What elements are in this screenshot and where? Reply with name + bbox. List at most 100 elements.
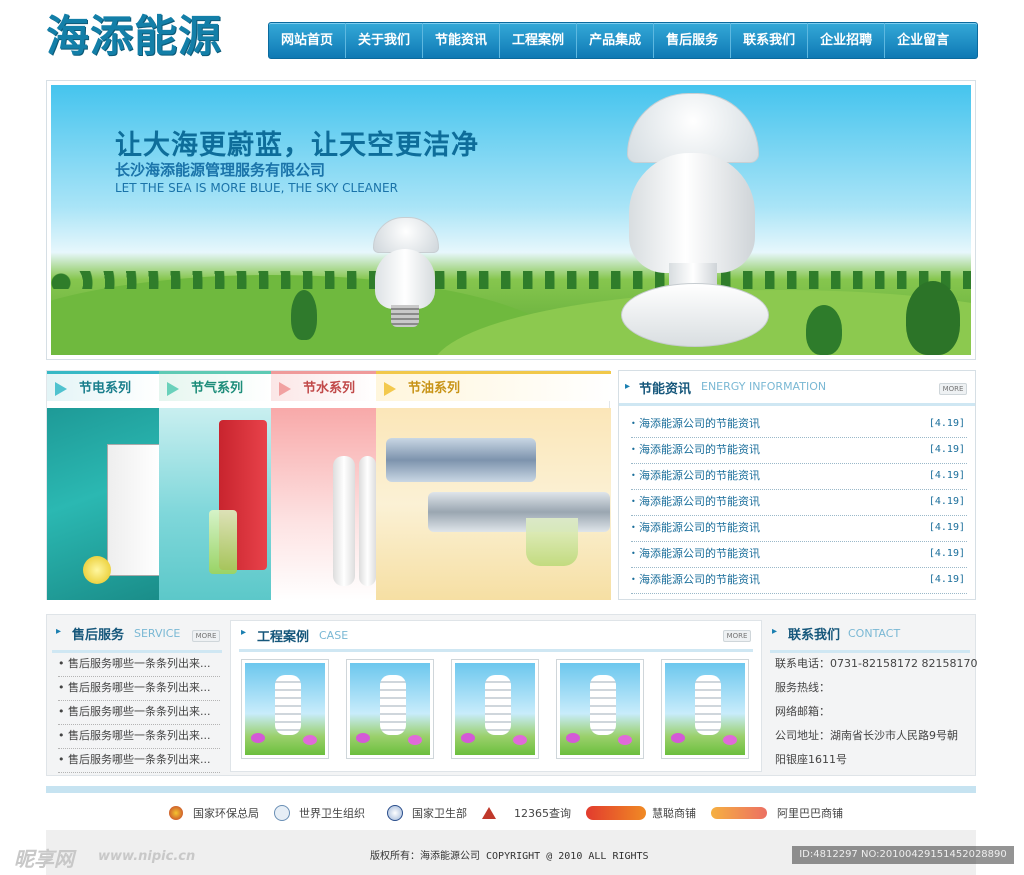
banner-slogan: 让大海更蔚蓝，让天空更洁净	[115, 130, 479, 161]
tab-oil[interactable]: 节油系列	[376, 371, 611, 401]
gas-product-image[interactable]	[159, 408, 271, 600]
who-logo-icon	[274, 805, 290, 821]
news-item[interactable]: • 海添能源公司的节能资讯 [4.19]	[631, 411, 967, 438]
case-thumbnail[interactable]	[556, 659, 644, 759]
footer-link-hc360[interactable]: 慧聪商铺	[652, 806, 696, 822]
tab-water[interactable]: 节水系列	[271, 371, 376, 401]
watermark-url: www.nipic.cn	[98, 849, 196, 864]
news-item[interactable]: • 海添能源公司的节能资讯 [4.19]	[631, 567, 967, 594]
footer-link-alibaba[interactable]: 阿里巴巴商铺	[777, 806, 843, 822]
news-box: ▸ 节能资讯 ENERGY INFORMATION MORE • 海添能源公司的…	[618, 370, 976, 600]
national-emblem-icon	[169, 806, 183, 820]
water-product-image[interactable]	[271, 408, 376, 600]
service-item[interactable]: • 售后服务哪些一条条列出来...	[58, 676, 220, 701]
bullet-icon: ▸	[772, 626, 778, 637]
contact-title: 联系我们	[788, 628, 841, 643]
tree-shape	[291, 290, 317, 340]
site-logo[interactable]: 海添能源	[46, 10, 236, 64]
nav-jobs[interactable]: 企业招聘	[808, 23, 886, 58]
case-thumbnail[interactable]	[346, 659, 434, 759]
electric-product-image[interactable]	[47, 408, 159, 600]
service-item[interactable]: • 售后服务哪些一条条列出来...	[58, 724, 220, 749]
service-more-button[interactable]: MORE	[192, 630, 220, 642]
nav-home[interactable]: 网站首页	[269, 23, 347, 58]
contact-address: 公司地址：湖南省长沙市人民路9号朝	[775, 729, 958, 742]
bullet-icon: ▸	[625, 381, 631, 392]
news-item-date: [4.19]	[928, 574, 965, 585]
case-box: ▸ 工程案例 CASE MORE	[230, 620, 762, 772]
news-item-title[interactable]: 海添能源公司的节能资讯	[639, 515, 760, 541]
news-item-title[interactable]: 海添能源公司的节能资讯	[639, 437, 760, 463]
watermark-id: ID:4812297 NO:20100429151452028890	[792, 846, 1014, 864]
service-item-label: 售后服务哪些一条条列出来...	[68, 729, 211, 742]
service-item[interactable]: • 售后服务哪些一条条列出来...	[58, 748, 220, 773]
nav-news[interactable]: 节能资讯	[423, 23, 501, 58]
service-item[interactable]: • 售后服务哪些一条条列出来...	[58, 700, 220, 725]
arrow-icon	[167, 382, 179, 396]
nav-about[interactable]: 关于我们	[346, 23, 424, 58]
news-item[interactable]: • 海添能源公司的节能资讯 [4.19]	[631, 515, 967, 542]
news-item-title[interactable]: 海添能源公司的节能资讯	[639, 463, 760, 489]
bullet-icon: ▸	[241, 627, 247, 638]
cfl-bulb-image	[455, 663, 535, 755]
news-header: ▸ 节能资讯 ENERGY INFORMATION MORE	[619, 371, 975, 406]
service-header: ▸ 售后服务 SERVICE MORE	[52, 618, 222, 653]
main-nav: 网站首页 关于我们 节能资讯 工程案例 产品集成 售后服务 联系我们 企业招聘 …	[268, 22, 978, 59]
footer-link-12365[interactable]: 12365查询	[514, 806, 571, 822]
cfl-bulb-image	[665, 663, 745, 755]
news-item[interactable]: • 海添能源公司的节能资讯 [4.19]	[631, 463, 967, 490]
tree-shape	[906, 281, 960, 355]
news-item-date: [4.19]	[928, 418, 965, 429]
footer-link-moh[interactable]: 国家卫生部	[412, 806, 467, 822]
bullet-icon: •	[58, 681, 68, 694]
news-item-date: [4.19]	[928, 548, 965, 559]
case-thumbnail[interactable]	[451, 659, 539, 759]
nav-contact[interactable]: 联系我们	[731, 23, 809, 58]
tab-gas[interactable]: 节气系列	[159, 371, 271, 401]
service-item[interactable]: • 售后服务哪些一条条列出来...	[58, 652, 220, 677]
case-thumbnail[interactable]	[241, 659, 329, 759]
contact-title-en: CONTACT	[848, 627, 901, 640]
news-item-title[interactable]: 海添能源公司的节能资讯	[639, 541, 760, 567]
news-item[interactable]: • 海添能源公司的节能资讯 [4.19]	[631, 437, 967, 464]
bullet-icon: •	[58, 729, 68, 742]
news-item-title[interactable]: 海添能源公司的节能资讯	[639, 567, 760, 593]
case-header: ▸ 工程案例 CASE MORE	[239, 621, 753, 652]
footer-link-who[interactable]: 世界卫生组织	[299, 806, 365, 822]
oil-product-image[interactable]	[376, 408, 611, 600]
service-item-label: 售后服务哪些一条条列出来...	[68, 681, 211, 694]
nav-message[interactable]: 企业留言	[885, 23, 961, 58]
banner-company: 长沙海添能源管理服务有限公司	[115, 161, 326, 179]
nav-service[interactable]: 售后服务	[654, 23, 732, 58]
nav-products[interactable]: 产品集成	[577, 23, 655, 58]
case-title: 工程案例	[257, 630, 310, 645]
large-bulb-image	[617, 93, 773, 353]
tree-shape	[806, 305, 842, 355]
bullet-icon: •	[631, 419, 636, 428]
footer-divider	[46, 786, 976, 793]
bullet-icon: •	[631, 523, 636, 532]
bullet-icon: •	[631, 497, 636, 506]
tab-electric[interactable]: 节电系列	[47, 371, 159, 401]
case-more-button[interactable]: MORE	[723, 630, 751, 642]
news-more-button[interactable]: MORE	[939, 383, 967, 395]
case-thumbnail[interactable]	[661, 659, 749, 759]
tab-gas-label: 节气系列	[191, 381, 244, 396]
news-title: 节能资讯	[639, 382, 692, 397]
footer-link-sepa[interactable]: 国家环保总局	[193, 806, 259, 822]
news-item-title[interactable]: 海添能源公司的节能资讯	[639, 411, 760, 437]
service-box: ▸ 售后服务 SERVICE MORE • 售后服务哪些一条条列出来... • …	[52, 618, 222, 774]
news-item[interactable]: • 海添能源公司的节能资讯 [4.19]	[631, 541, 967, 568]
tab-electric-label: 节电系列	[79, 381, 132, 396]
service-item-label: 售后服务哪些一条条列出来...	[68, 657, 211, 670]
nav-cases[interactable]: 工程案例	[500, 23, 578, 58]
health-ministry-icon	[387, 805, 403, 821]
news-item-title[interactable]: 海添能源公司的节能资讯	[639, 489, 760, 515]
service-item-label: 售后服务哪些一条条列出来...	[68, 753, 211, 766]
hero-banner: 让大海更蔚蓝，让天空更洁净 长沙海添能源管理服务有限公司 LET THE SEA…	[46, 80, 976, 360]
banner-image: 让大海更蔚蓝，让天空更洁净 长沙海添能源管理服务有限公司 LET THE SEA…	[51, 85, 971, 355]
contact-email: 网络邮箱：	[775, 705, 830, 718]
news-item[interactable]: • 海添能源公司的节能资讯 [4.19]	[631, 489, 967, 516]
tab-water-label: 节水系列	[303, 381, 356, 396]
contact-hotline: 服务热线：	[775, 681, 830, 694]
